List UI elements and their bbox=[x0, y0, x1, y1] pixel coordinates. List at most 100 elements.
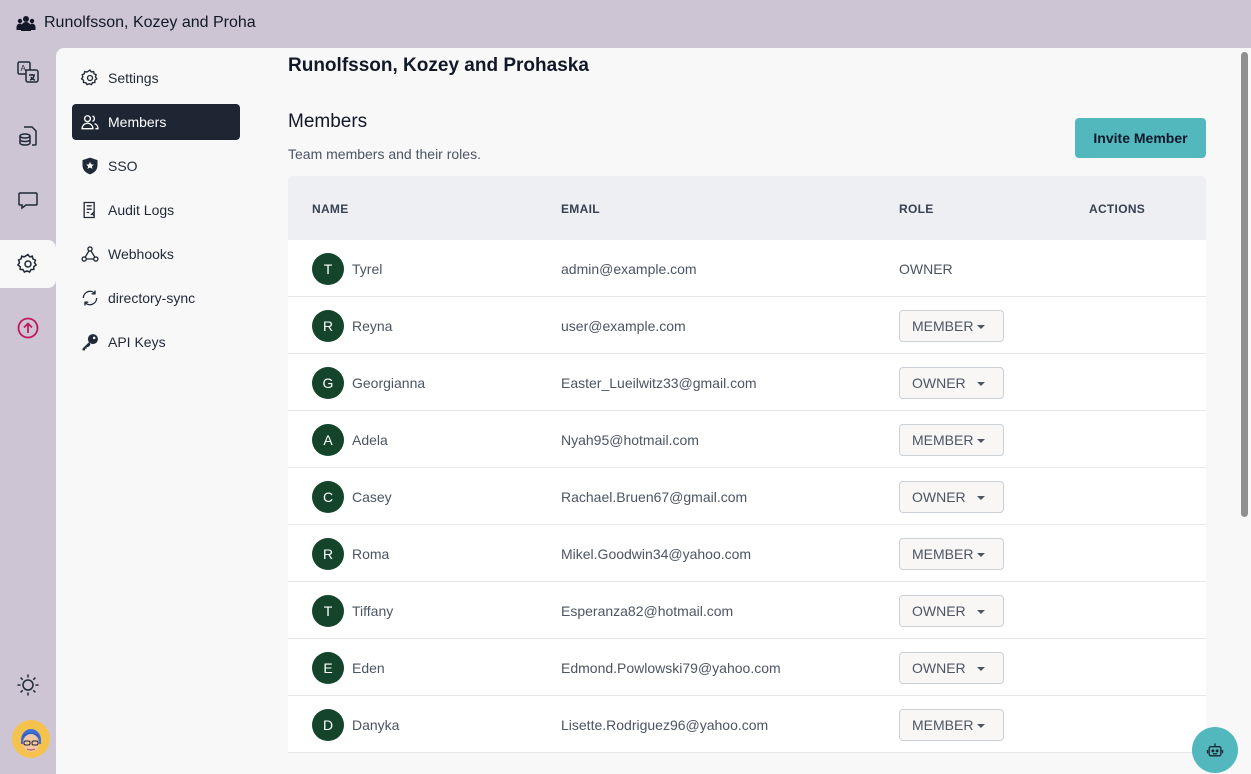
gear-icon bbox=[16, 253, 38, 273]
role-select[interactable]: OWNER bbox=[899, 595, 1004, 627]
rail-translate[interactable]: A bbox=[0, 48, 56, 96]
member-email: Esperanza82@hotmail.com bbox=[561, 603, 734, 619]
member-avatar: R bbox=[312, 310, 344, 342]
column-header-role: ROLE bbox=[899, 202, 934, 216]
member-avatar: T bbox=[312, 253, 344, 285]
main-panel: Settings Members SSO Audit Logs Webhooks… bbox=[56, 48, 1251, 774]
member-email: Lisette.Rodriguez96@yahoo.com bbox=[561, 717, 769, 733]
member-name: Reyna bbox=[352, 318, 393, 334]
subnav-label: Webhooks bbox=[108, 246, 174, 262]
subnav-item-sso[interactable]: SSO bbox=[72, 148, 240, 184]
rail-chat[interactable] bbox=[0, 176, 56, 224]
member-email: user@example.com bbox=[561, 318, 686, 334]
page-title: Runolfsson, Kozey and Prohaska bbox=[288, 55, 589, 76]
svg-text:A: A bbox=[21, 64, 27, 73]
role-select[interactable]: MEMBER bbox=[899, 709, 1004, 741]
table-row: C Casey Rachael.Bruen67@gmail.com OWNER bbox=[288, 468, 1206, 525]
rail-settings[interactable] bbox=[0, 240, 56, 288]
role-select-value: MEMBER bbox=[912, 432, 974, 448]
member-avatar: T bbox=[312, 595, 344, 627]
table-row: D Danyka Lisette.Rodriguez96@yahoo.com M… bbox=[288, 696, 1206, 753]
column-header-name: NAME bbox=[312, 202, 349, 216]
sync-icon bbox=[82, 290, 98, 306]
role-select[interactable]: OWNER bbox=[899, 652, 1004, 684]
role-select-value: MEMBER bbox=[912, 318, 974, 334]
chat-bot-button[interactable] bbox=[1192, 727, 1238, 773]
member-email: Rachael.Bruen67@gmail.com bbox=[561, 489, 748, 505]
rail-upgrade[interactable] bbox=[0, 304, 56, 352]
member-name: Tiffany bbox=[352, 603, 394, 619]
gear-icon bbox=[80, 69, 98, 86]
chevron-down-icon bbox=[977, 610, 985, 614]
section-title: Members bbox=[288, 111, 368, 132]
member-name: Tyrel bbox=[352, 261, 383, 277]
member-name: Danyka bbox=[352, 717, 400, 733]
column-header-email: EMAIL bbox=[561, 202, 600, 216]
table-row: T Tiffany Esperanza82@hotmail.com OWNER bbox=[288, 582, 1206, 639]
subnav-item-webhooks[interactable]: Webhooks bbox=[72, 236, 240, 272]
key-icon bbox=[82, 334, 98, 351]
member-name: Eden bbox=[352, 660, 385, 676]
subnav-item-directory-sync[interactable]: directory-sync bbox=[72, 280, 240, 316]
member-name: Georgianna bbox=[352, 375, 426, 391]
user-avatar[interactable] bbox=[12, 720, 50, 758]
role-select[interactable]: OWNER bbox=[899, 367, 1004, 399]
rail-theme-toggle[interactable] bbox=[0, 661, 56, 709]
scrollbar[interactable] bbox=[1241, 52, 1248, 517]
chevron-down-icon bbox=[977, 724, 985, 728]
member-avatar: C bbox=[312, 481, 344, 513]
member-name: Casey bbox=[352, 489, 392, 505]
member-avatar: D bbox=[312, 709, 344, 741]
subnav-label: API Keys bbox=[108, 334, 166, 350]
team-name[interactable]: Runolfsson, Kozey and Prohaska bbox=[44, 14, 256, 32]
role-select-value: OWNER bbox=[912, 489, 966, 505]
subnav-item-members[interactable]: Members bbox=[72, 104, 240, 140]
chevron-down-icon bbox=[977, 667, 985, 671]
role-select[interactable]: OWNER bbox=[899, 481, 1004, 513]
subnav-item-settings[interactable]: Settings bbox=[72, 60, 240, 96]
upgrade-arrow-icon bbox=[17, 317, 39, 339]
role-select-value: MEMBER bbox=[912, 546, 974, 562]
role-select[interactable]: MEMBER bbox=[899, 538, 1004, 570]
role-select-value: MEMBER bbox=[912, 717, 974, 733]
role-select[interactable]: MEMBER bbox=[899, 310, 1004, 342]
subnav-item-api-keys[interactable]: API Keys bbox=[72, 324, 240, 360]
chevron-down-icon bbox=[977, 325, 985, 329]
role-select-value: OWNER bbox=[912, 603, 966, 619]
rail-database[interactable] bbox=[0, 112, 56, 160]
team-icon bbox=[16, 16, 36, 31]
table-row: R Reyna user@example.com MEMBER bbox=[288, 297, 1206, 354]
role-select[interactable]: MEMBER bbox=[899, 424, 1004, 456]
table-header: NAME EMAIL ROLE ACTIONS bbox=[288, 176, 1206, 240]
subnav-label: Members bbox=[108, 114, 167, 130]
member-avatar: A bbox=[312, 424, 344, 456]
users-icon bbox=[81, 115, 99, 130]
robot-icon bbox=[1206, 743, 1224, 757]
section-subtitle: Team members and their roles. bbox=[288, 146, 481, 162]
invite-member-button[interactable]: Invite Member bbox=[1075, 118, 1206, 158]
subnav-label: Settings bbox=[108, 70, 159, 86]
shield-star-icon bbox=[82, 157, 98, 175]
member-avatar: E bbox=[312, 652, 344, 684]
webhook-icon bbox=[81, 246, 99, 262]
member-avatar: G bbox=[312, 367, 344, 399]
member-email: Mikel.Goodwin34@yahoo.com bbox=[561, 546, 752, 562]
role-select-value: OWNER bbox=[912, 660, 966, 676]
audit-log-icon bbox=[83, 201, 95, 219]
subnav-item-audit-logs[interactable]: Audit Logs bbox=[72, 192, 240, 228]
member-name: Adela bbox=[352, 432, 388, 448]
member-email: Edmond.Powlowski79@yahoo.com bbox=[561, 660, 781, 676]
database-file-icon bbox=[19, 126, 37, 146]
members-table: NAME EMAIL ROLE ACTIONS T Tyrel admin@ex… bbox=[288, 176, 1206, 753]
chevron-down-icon bbox=[977, 439, 985, 443]
table-row: G Georgianna Easter_Lueilwitz33@gmail.co… bbox=[288, 354, 1206, 411]
top-bar: Runolfsson, Kozey and Prohaska bbox=[0, 0, 1251, 48]
subnav-label: directory-sync bbox=[108, 290, 196, 306]
member-role: OWNER bbox=[899, 261, 953, 277]
chevron-down-icon bbox=[977, 496, 985, 500]
subnav-label: SSO bbox=[108, 158, 138, 174]
member-email: Nyah95@hotmail.com bbox=[561, 432, 699, 448]
translate-icon: A bbox=[17, 61, 39, 83]
table-row: E Eden Edmond.Powlowski79@yahoo.com OWNE… bbox=[288, 639, 1206, 696]
chat-icon bbox=[18, 192, 38, 210]
